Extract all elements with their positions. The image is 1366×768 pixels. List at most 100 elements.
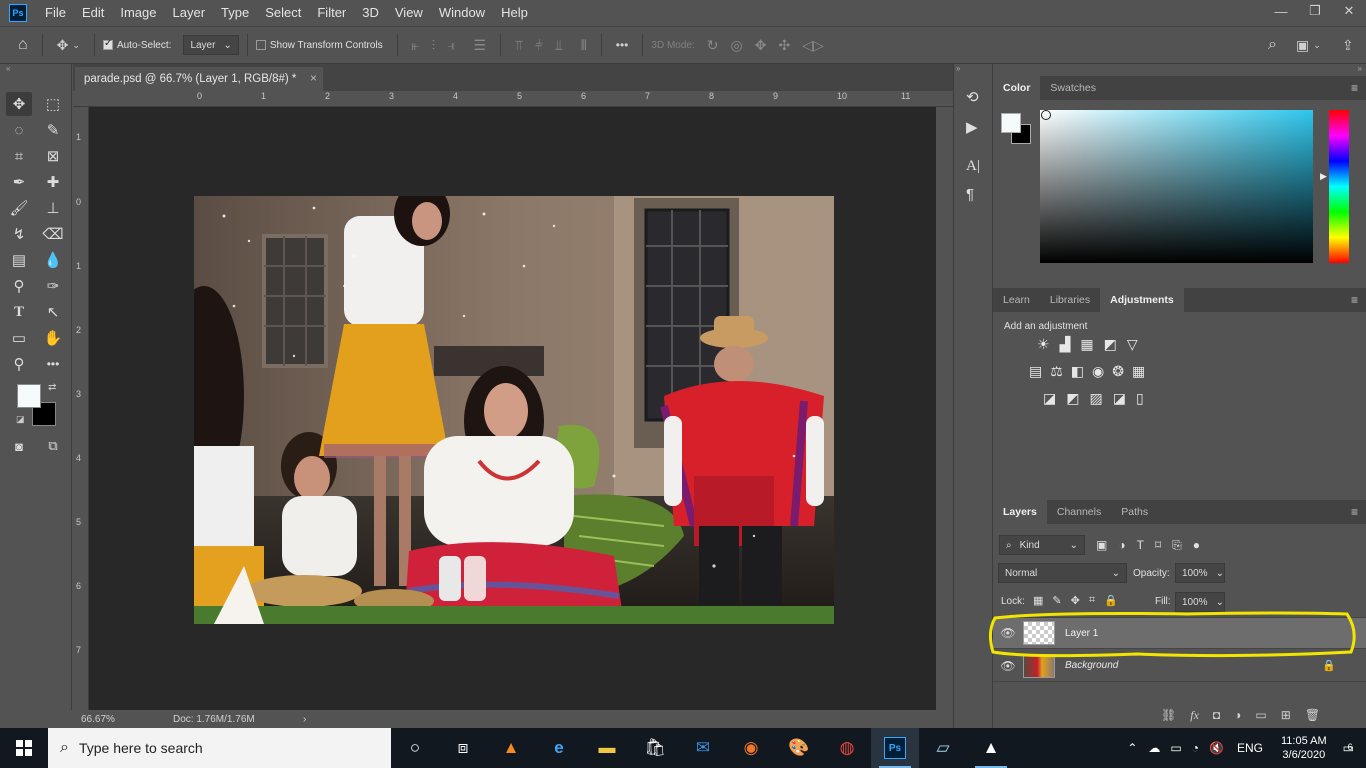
blend-mode-dropdown[interactable]: Normal ⌄ [998, 563, 1127, 583]
tab-swatches[interactable]: Swatches [1040, 76, 1106, 100]
gradient-map-icon[interactable]: ▯ [1136, 390, 1144, 407]
restore-button[interactable]: ❐ [1298, 0, 1332, 22]
default-colors-icon[interactable]: ◪ [16, 414, 25, 425]
align-bottom-icon[interactable]: ⫫ [555, 37, 563, 54]
tab-paths[interactable]: Paths [1111, 500, 1158, 524]
hue-saturation-icon[interactable]: ▤ [1029, 363, 1042, 380]
invert-icon[interactable]: ◪ [1043, 390, 1056, 407]
filter-type-icon[interactable]: T [1137, 538, 1144, 553]
filter-adjustment-icon[interactable]: ◑ [1118, 538, 1125, 553]
path-select-tool-icon[interactable]: ↖ [40, 300, 66, 324]
close-button[interactable]: ✕ [1332, 0, 1366, 22]
add-mask-icon[interactable]: ◘ [1213, 708, 1220, 723]
brush-tool-icon[interactable]: 🖌 [6, 196, 32, 220]
photoshop-taskbar-icon[interactable]: Ps [871, 728, 919, 768]
document-scrollbar[interactable] [936, 107, 953, 710]
collapse-icon[interactable]: « [6, 64, 10, 73]
menu-3d[interactable]: 3D [354, 0, 387, 26]
menu-filter[interactable]: Filter [309, 0, 354, 26]
chrome-icon[interactable]: ◍ [823, 728, 871, 768]
3d-roll-icon[interactable]: ◎ [730, 37, 742, 54]
store-icon[interactable]: 🛍 [631, 728, 679, 768]
blur-tool-icon[interactable]: 💧 [40, 248, 66, 272]
menu-select[interactable]: Select [257, 0, 309, 26]
new-layer-icon[interactable]: ⊞ [1281, 708, 1291, 723]
exposure-icon[interactable]: ◩ [1104, 336, 1117, 353]
auto-select-target-dropdown[interactable]: Layer ⌄ [183, 35, 239, 55]
filter-pixel-icon[interactable]: ▣ [1096, 538, 1107, 553]
threshold-icon[interactable]: ▨ [1089, 390, 1102, 407]
marquee-tool-icon[interactable]: ⬚ [40, 92, 66, 116]
panel-menu-icon[interactable]: ≡ [1351, 293, 1358, 307]
opacity-field[interactable]: 100% ⌄ [1175, 563, 1225, 583]
layer-filter-dropdown[interactable]: ⌕ Kind ⌄ [999, 535, 1085, 555]
quick-mask-icon[interactable]: ◙ [6, 434, 32, 458]
vlc-icon[interactable]: ▲ [487, 728, 535, 768]
onedrive-icon[interactable]: ☁ [1148, 741, 1160, 755]
eyedropper-tool-icon[interactable]: ✒ [6, 170, 32, 194]
channel-mixer-icon[interactable]: ❂ [1112, 363, 1124, 380]
share-icon[interactable]: ⇪ [1342, 37, 1354, 54]
swap-colors-icon[interactable]: ⇄ [48, 382, 56, 393]
volume-icon[interactable]: 🔇 [1209, 741, 1224, 755]
tab-adjustments[interactable]: Adjustments [1100, 288, 1184, 312]
paint-icon[interactable]: 🎨 [775, 728, 823, 768]
battery-icon[interactable]: ▭ [1170, 741, 1181, 755]
filter-smart-object-icon[interactable]: ⎘ [1172, 538, 1182, 553]
actions-play-icon[interactable]: ▶ [966, 118, 978, 136]
align-right-icon[interactable]: ⫣ [447, 37, 455, 54]
rectangle-tool-icon[interactable]: ▭ [6, 326, 32, 350]
panel-menu-icon[interactable]: ≡ [1351, 81, 1358, 95]
align-top-icon[interactable]: ⫪ [515, 37, 523, 54]
tab-color[interactable]: Color [993, 76, 1041, 100]
lock-icon[interactable]: 🔒 [1322, 659, 1336, 672]
menu-layer[interactable]: Layer [165, 0, 214, 26]
align-left-icon[interactable]: ⫦ [412, 37, 420, 54]
new-group-icon[interactable]: ▭ [1255, 708, 1266, 723]
notepad-icon[interactable]: ▱ [919, 728, 967, 768]
character-icon[interactable]: A| [966, 158, 980, 175]
hue-slider-handle-icon[interactable]: ▶ [1320, 171, 1327, 182]
file-explorer-icon[interactable]: ▬ [583, 728, 631, 768]
screen-mode-icon[interactable]: ⧉ [40, 434, 66, 458]
color-picker-cursor[interactable] [1041, 110, 1051, 120]
align-center-icon[interactable]: ⫶ [432, 37, 436, 54]
frame-tool-icon[interactable]: ⊠ [40, 144, 66, 168]
distribute-icon[interactable]: ☰ [473, 37, 486, 54]
new-adjustment-layer-icon[interactable]: ◑ [1234, 708, 1241, 723]
distribute-vertical-icon[interactable]: ⫴ [581, 37, 587, 54]
mail-icon[interactable]: ✉ [679, 728, 727, 768]
filter-toggle-icon[interactable]: ● [1193, 538, 1200, 553]
tab-libraries[interactable]: Libraries [1040, 288, 1100, 312]
zoom-level[interactable]: 66.67% [81, 714, 161, 725]
levels-icon[interactable]: ▟ [1060, 336, 1071, 353]
menu-help[interactable]: Help [493, 0, 536, 26]
clock[interactable]: 11:05 AM 3/6/2020 [1281, 734, 1327, 762]
notifications-icon[interactable]: ▭ 6 [1343, 741, 1354, 755]
3d-pan-icon[interactable]: ✥ [755, 37, 767, 54]
clone-stamp-tool-icon[interactable]: ⊥ [40, 196, 66, 220]
color-picker-field[interactable] [1040, 110, 1313, 263]
3d-scale-icon[interactable]: ◁▷ [802, 37, 824, 54]
panel-menu-icon[interactable]: ≡ [1351, 505, 1358, 519]
3d-slide-icon[interactable]: ✣ [778, 37, 790, 54]
menu-file[interactable]: File [37, 0, 74, 26]
task-view-icon[interactable]: ⧈ [439, 728, 487, 768]
dodge-tool-icon[interactable]: ⚲ [6, 274, 32, 298]
healing-brush-tool-icon[interactable]: ✚ [40, 170, 66, 194]
history-icon[interactable]: ⟲ [966, 88, 979, 106]
quick-select-tool-icon[interactable]: ✎ [40, 118, 66, 142]
type-tool-icon[interactable]: T [6, 300, 32, 324]
taskbar-search[interactable]: ⌕ Type here to search [48, 728, 391, 768]
workspace-icon[interactable]: ▣ ⌄ [1296, 37, 1321, 54]
minimize-button[interactable]: — [1264, 0, 1298, 22]
show-hidden-icons-icon[interactable]: ⌃ [1127, 741, 1137, 755]
hand-tool-icon[interactable]: ✋ [40, 326, 66, 350]
document-tab[interactable]: parade.psd @ 66.7% (Layer 1, RGB/8#) * × [75, 67, 323, 91]
auto-select-checkbox[interactable] [102, 38, 113, 50]
history-brush-tool-icon[interactable]: ↯ [6, 222, 32, 246]
vibrance-icon[interactable]: ▽ [1127, 336, 1138, 353]
photo-filter-icon[interactable]: ◉ [1092, 363, 1104, 380]
show-transform-checkbox[interactable] [255, 40, 266, 50]
crop-tool-icon[interactable]: ⌗ [6, 144, 32, 168]
